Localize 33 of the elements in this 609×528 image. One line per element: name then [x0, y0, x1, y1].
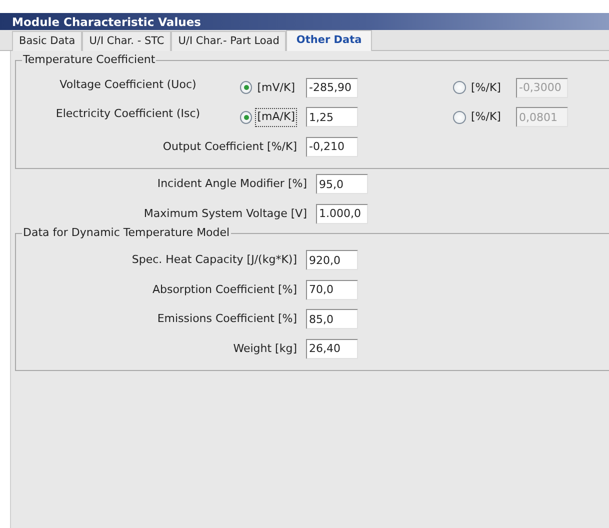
radio-button[interactable] [453, 81, 466, 94]
input-field[interactable]: -0,210 [306, 136, 358, 157]
field-label: Incident Angle Modifier [%] [156, 176, 308, 192]
tab[interactable]: Other Data [286, 30, 372, 51]
radio-label[interactable]: [mV/K] [255, 78, 297, 97]
radio-label[interactable]: [%/K] [469, 108, 503, 126]
input-field[interactable]: 70,0 [306, 280, 358, 300]
field-label: Absorption Coefficient [%] [151, 282, 298, 298]
field-label: Spec. Heat Capacity [J/(kg*K)] [130, 252, 298, 268]
input-field[interactable]: 85,0 [306, 309, 358, 330]
field-label: Maximum System Voltage [V] [142, 206, 308, 222]
tab[interactable]: Basic Data [12, 31, 82, 51]
tab[interactable]: U/I Char. - STC [82, 31, 172, 51]
group-title: Temperature Coefficient [22, 53, 156, 67]
radio-label[interactable]: [mA/K] [255, 108, 297, 126]
tab[interactable]: U/I Char.- Part Load [171, 31, 286, 51]
radio-button[interactable] [240, 110, 252, 124]
radio-button[interactable] [453, 110, 466, 124]
input-field[interactable]: 26,40 [306, 338, 358, 359]
field-label: Emissions Coefficient [%] [156, 311, 298, 327]
input-field[interactable]: -285,90 [306, 78, 358, 98]
field-label: Electricity Coefficient (Isc) [54, 106, 202, 122]
input-field[interactable]: 1.000,0 [316, 204, 368, 224]
input-field[interactable]: 920,0 [306, 250, 358, 270]
radio-label[interactable]: [%/K] [469, 78, 503, 97]
input-field[interactable]: 95,0 [316, 174, 368, 194]
window-title: Module Characteristic Values [0, 13, 609, 30]
radio-button[interactable] [240, 81, 252, 94]
field-label: Weight [kg] [232, 340, 298, 356]
group-title: Data for Dynamic Temperature Model [22, 226, 231, 240]
field-label: Voltage Coefficient (Uoc) [58, 76, 198, 92]
input-field[interactable]: 1,25 [306, 107, 358, 128]
field-label: Output Coefficient [%/K] [162, 138, 298, 154]
